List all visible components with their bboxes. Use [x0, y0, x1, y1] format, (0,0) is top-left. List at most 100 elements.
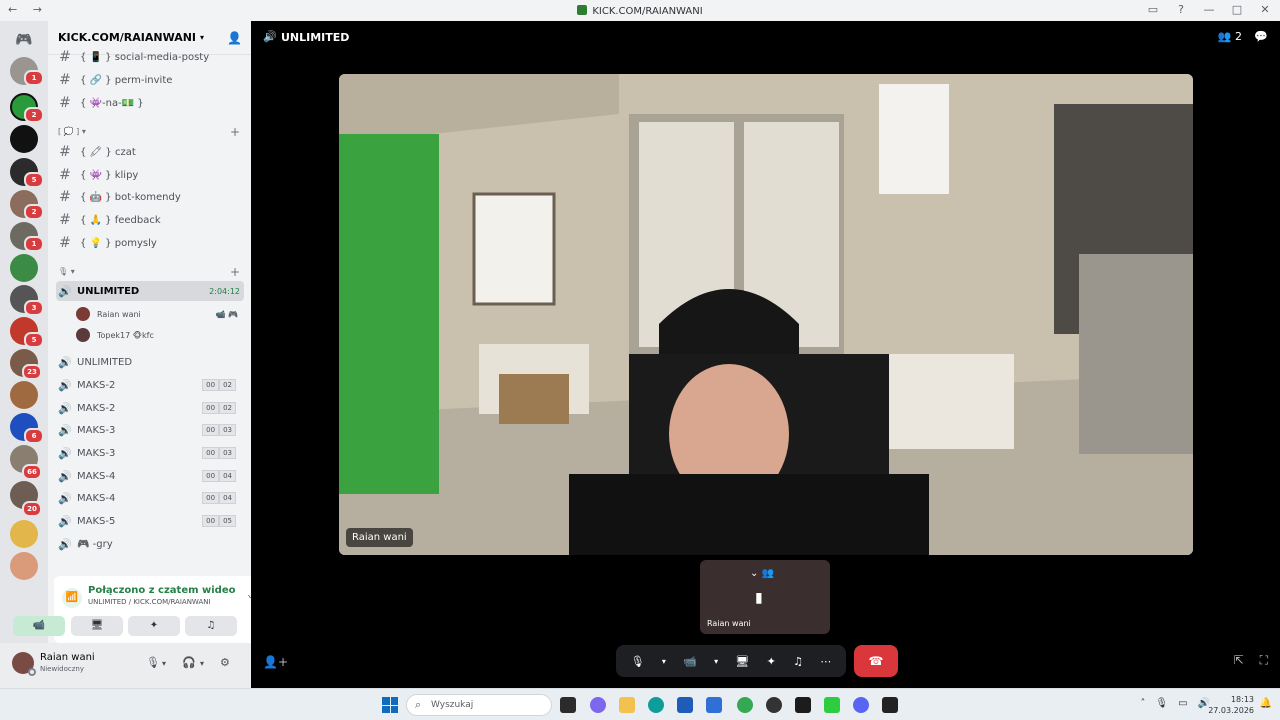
voice-channel-active[interactable]: 🔊 UNLIMITED 2:04:12: [56, 281, 244, 301]
category-label: [ 💭 ]: [58, 127, 80, 136]
maximize-button[interactable]: □: [1230, 3, 1244, 16]
outlook-icon[interactable]: [706, 697, 722, 713]
server-icon[interactable]: [10, 552, 38, 580]
gear-icon[interactable]: ⚙: [220, 656, 230, 669]
app-icon[interactable]: [766, 697, 782, 713]
soundboard-button[interactable]: ♫: [185, 616, 237, 636]
invite-people-icon[interactable]: 👤: [227, 31, 242, 45]
avatar: [76, 307, 90, 321]
windows-taskbar: ⌕ Wyszukaj ˄ 🎙 ▭ 🔊 18:13 27.03.2026 🔔: [0, 688, 1280, 720]
voice-channel[interactable]: 🔊 UNLIMITED: [56, 352, 244, 372]
text-channel[interactable]: # { 💡 } pomysly: [56, 233, 244, 253]
system-tray: ˄ 🎙 ▭ 🔊: [1140, 698, 1210, 709]
text-channel[interactable]: # { 🔗 } perm-invite: [56, 70, 244, 90]
server-icon[interactable]: [10, 381, 38, 409]
title-bar: ← → KICK.COM/RAIANWANI ▭ ? — □ ✕: [0, 0, 1280, 21]
add-user-icon[interactable]: 👤+: [263, 655, 288, 669]
mic-icon[interactable]: 🎙: [1155, 698, 1168, 709]
camera-icon[interactable]: 📹: [683, 655, 697, 668]
signal-icon[interactable]: 📶: [62, 588, 82, 608]
voice-channel[interactable]: 🔊 MAKS-2 00 02: [56, 398, 244, 418]
text-channel[interactable]: # { 👾-na-💵 }: [56, 93, 244, 113]
store-icon[interactable]: [677, 697, 693, 713]
copilot-icon[interactable]: [590, 697, 606, 713]
kick-favicon-icon: [577, 5, 588, 15]
edge-icon[interactable]: [648, 697, 664, 713]
add-channel-icon[interactable]: +: [230, 265, 240, 279]
search-placeholder: Wyszukaj: [431, 700, 474, 710]
mic-icon[interactable]: 🎙: [631, 655, 645, 668]
channel-label: MAKS-4: [77, 470, 116, 482]
status-dot: [28, 668, 36, 676]
voice-member[interactable]: Raian wani 📹 🎮: [76, 304, 242, 324]
speaker-icon: 🔊: [58, 355, 72, 369]
voice-channel[interactable]: 🔊 MAKS-5 00 05: [56, 511, 244, 531]
category-header[interactable]: [ 💭 ] ▾ +: [58, 125, 244, 141]
voice-status[interactable]: Połączono z czatem wideo: [88, 585, 236, 596]
voice-channel[interactable]: 🔊 🎮 -gry: [56, 534, 244, 554]
collapse-icon[interactable]: ⌄ 👥: [750, 568, 774, 579]
channel-emoji: { 👾-na-💵 }: [80, 97, 144, 109]
voice-member[interactable]: Topek17 🐵kfc: [76, 325, 242, 345]
minimize-button[interactable]: —: [1202, 3, 1216, 16]
voice-channel[interactable]: 🔊 MAKS-3 00 03: [56, 420, 244, 440]
text-channel[interactable]: # { 🖍 } czat: [56, 142, 244, 162]
inbox-icon[interactable]: ▭: [1146, 3, 1160, 16]
chevron-down-icon[interactable]: ▾: [200, 659, 204, 668]
voice-channel[interactable]: 🔊 MAKS-2 00 02: [56, 375, 244, 395]
fullscreen-icon[interactable]: ⛶: [1260, 653, 1268, 668]
file-explorer-icon[interactable]: [619, 697, 635, 713]
participants-count[interactable]: 👥 2: [1218, 30, 1242, 43]
server-badge: 3: [24, 300, 44, 316]
popout-icon[interactable]: ⇱: [1234, 653, 1244, 668]
user-limit-pill: 00 04: [202, 470, 236, 482]
end-call-button[interactable]: ☎: [854, 645, 898, 677]
category-header[interactable]: 🎙 ▾ +: [58, 265, 244, 281]
soundboard-icon[interactable]: ♫: [793, 655, 803, 668]
server-icon[interactable]: [10, 125, 38, 153]
more-options-icon[interactable]: ⋯: [820, 655, 831, 668]
kick-icon[interactable]: [824, 697, 840, 713]
text-channel[interactable]: # { 🤖 } bot-komendy: [56, 187, 244, 207]
notification-bell-icon[interactable]: 🔔: [1260, 698, 1272, 709]
chevron-down-icon[interactable]: ▾: [714, 657, 718, 666]
chevron-up-icon[interactable]: ˄: [1140, 698, 1145, 709]
self-video-thumbnail[interactable]: ⌄ 👥 ▮ Raian wani: [700, 560, 830, 634]
activities-icon[interactable]: ✦: [767, 655, 776, 668]
user-name[interactable]: Raian wani: [40, 652, 95, 663]
text-channel[interactable]: # { 🙏 } feedback: [56, 210, 244, 230]
voice-channel[interactable]: 🔊 MAKS-4 00 04: [56, 466, 244, 486]
discord-home-icon[interactable]: 🎮: [10, 26, 38, 54]
server-icon[interactable]: [10, 520, 38, 548]
taskbar-search[interactable]: ⌕ Wyszukaj: [406, 694, 552, 716]
main-video-tile[interactable]: Raian wani: [339, 74, 1193, 555]
add-channel-icon[interactable]: +: [230, 125, 240, 139]
mic-icon[interactable]: 🎙: [146, 656, 160, 669]
discord-icon[interactable]: [853, 697, 869, 713]
close-button[interactable]: ✕: [1258, 3, 1272, 16]
app-icon[interactable]: [560, 697, 576, 713]
epic-games-icon[interactable]: [882, 697, 898, 713]
screen-share-button[interactable]: 🖥: [71, 616, 123, 636]
app-icon[interactable]: [795, 697, 811, 713]
channel-label: MAKS-3: [77, 447, 116, 459]
voice-location[interactable]: UNLIMITED / KICK.COM/RAIANWANI: [88, 598, 211, 606]
display-icon[interactable]: ▭: [1178, 698, 1187, 709]
text-channel[interactable]: # { 📱 } social-media-posty: [56, 47, 244, 67]
headphones-icon[interactable]: 🎧: [182, 656, 196, 669]
voice-channel[interactable]: 🔊 MAKS-3 00 03: [56, 443, 244, 463]
help-icon[interactable]: ?: [1174, 3, 1188, 16]
camera-toggle-button[interactable]: 📹: [13, 616, 65, 636]
voice-channel[interactable]: 🔊 MAKS-4 00 04: [56, 488, 244, 508]
chevron-down-icon[interactable]: ▾: [662, 657, 666, 666]
screen-share-icon[interactable]: 🖥: [735, 655, 749, 668]
chat-icon[interactable]: 💬: [1254, 30, 1268, 43]
chevron-down-icon[interactable]: ▾: [162, 659, 166, 668]
participant-name-badge: Raian wani: [346, 528, 413, 547]
system-clock[interactable]: 18:13 27.03.2026: [1208, 694, 1254, 716]
activities-button[interactable]: ✦: [128, 616, 180, 636]
chrome-icon[interactable]: [737, 697, 753, 713]
server-icon[interactable]: [10, 254, 38, 282]
windows-start-icon[interactable]: [382, 697, 398, 713]
text-channel[interactable]: # { 👾 } klipy: [56, 165, 244, 185]
